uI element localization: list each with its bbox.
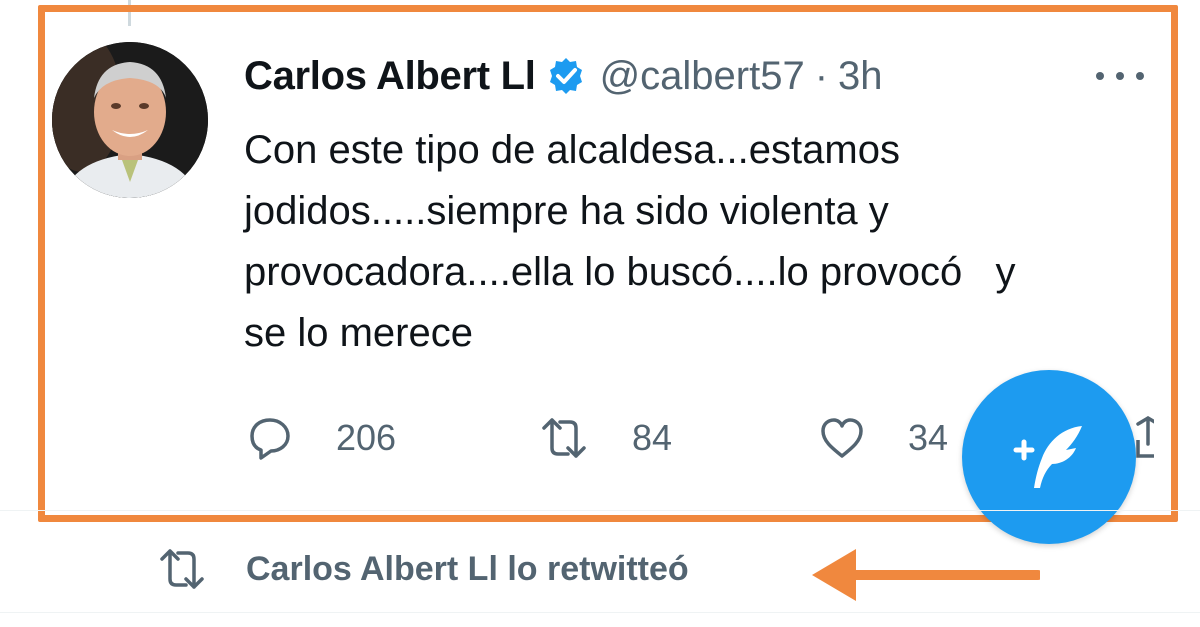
- timeline-separator: [0, 510, 1200, 511]
- compose-tweet-button[interactable]: [962, 370, 1136, 544]
- retweeted-by-banner[interactable]: Carlos Albert Ll lo retwitteó: [158, 542, 689, 596]
- compose-tweet-icon: [1013, 426, 1082, 488]
- timeline-separator: [0, 612, 1200, 613]
- screenshot-stage: Carlos Albert Ll @calbert57 · 3h Con est…: [0, 0, 1200, 627]
- retweeted-by-label: Carlos Albert Ll lo retwitteó: [246, 549, 689, 588]
- retweet-icon: [160, 549, 204, 589]
- arrow-left-icon: [812, 549, 1040, 601]
